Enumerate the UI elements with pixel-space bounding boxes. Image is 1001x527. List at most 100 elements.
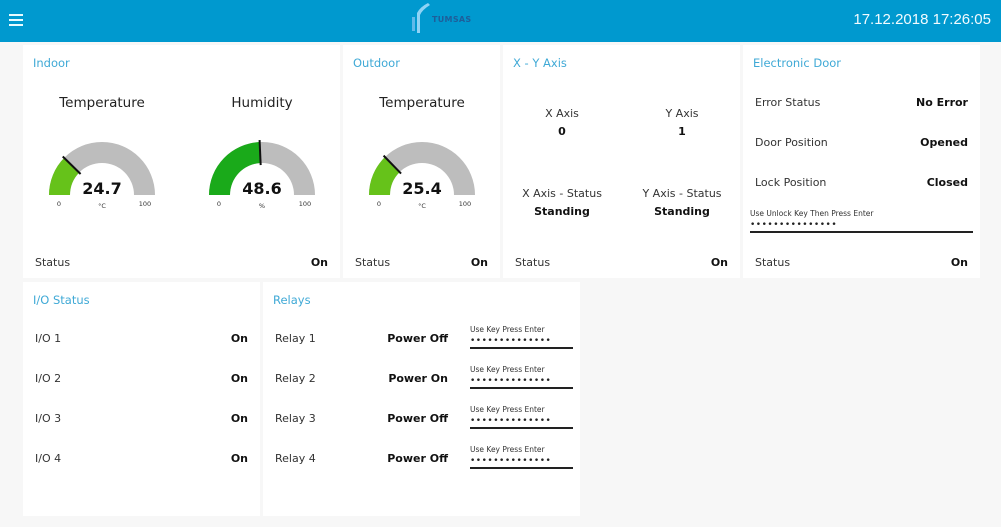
- lock-position-row: Lock Position Closed: [755, 176, 968, 189]
- gauge-dial: 24.7 °C 0 100: [49, 141, 155, 210]
- row-label: Door Position: [755, 136, 828, 149]
- io-value: On: [230, 412, 248, 425]
- y-axis-label: Y Axis: [665, 107, 699, 120]
- gauge-max-label: 100: [459, 200, 471, 208]
- status-value: On: [710, 256, 728, 269]
- relay-value: Power On: [388, 372, 448, 385]
- io-value: On: [230, 372, 248, 385]
- gauge-dial: 48.6% 0 100: [209, 140, 315, 210]
- row-value: Opened: [920, 136, 968, 149]
- relay-key-input[interactable]: [470, 414, 573, 429]
- door-status-row: Status On: [755, 256, 968, 269]
- io-row-4: I/O 4 On: [35, 452, 248, 465]
- gauge-min-label: 0: [57, 200, 61, 208]
- relay-key-field-1: Use Key Press Enter: [470, 325, 573, 349]
- unlock-key-input[interactable]: [750, 218, 973, 233]
- status-label: Status: [355, 256, 391, 269]
- electronic-door-title: Electronic Door: [753, 56, 841, 70]
- indoor-temperature-gauge: Temperature 24.7 °C 0 100: [42, 95, 162, 215]
- io-row-1: I/O 1 On: [35, 332, 248, 345]
- row-label: Lock Position: [755, 176, 827, 189]
- relay-key-input[interactable]: [470, 334, 573, 349]
- outdoor-temperature-gauge: Temperature 25.4 °C 0 100: [362, 95, 482, 215]
- gauge-min-label: 0: [377, 200, 381, 208]
- relay-label: Relay 3: [275, 412, 316, 425]
- relays-title: Relays: [273, 293, 311, 307]
- row-value: No Error: [916, 96, 968, 109]
- relay-key-hint: Use Key Press Enter: [470, 405, 545, 414]
- unlock-key-field: Use Unlock Key Then Press Enter: [750, 209, 973, 233]
- relay-key-field-3: Use Key Press Enter: [470, 405, 573, 429]
- gauge-needle: [258, 140, 262, 166]
- gauge-max-label: 100: [299, 200, 311, 208]
- relay-row-1: Relay 1 Power Off: [275, 332, 448, 345]
- x-axis-value: 0: [558, 125, 566, 138]
- relay-key-hint: Use Key Press Enter: [470, 325, 545, 334]
- relay-label: Relay 4: [275, 452, 316, 465]
- status-value: On: [950, 256, 968, 269]
- status-label: Status: [35, 256, 71, 269]
- io-row-3: I/O 3 On: [35, 412, 248, 425]
- io-value: On: [230, 332, 248, 345]
- xy-axis-status-row: Status On: [515, 256, 728, 269]
- logo-mark-icon: [412, 3, 430, 33]
- gauge-value: 25.4: [402, 179, 441, 198]
- gauge-title: Temperature: [379, 95, 465, 111]
- indoor-status-row: Status On: [35, 256, 328, 269]
- gauge-value: 48.6: [242, 179, 281, 198]
- gauge-min-label: 0: [217, 200, 221, 208]
- door-position-row: Door Position Opened: [755, 136, 968, 149]
- gauge-max-label: 100: [139, 200, 151, 208]
- electronic-door-card: Electronic Door Error Status No Error Do…: [743, 45, 980, 278]
- relay-value: Power Off: [387, 332, 448, 345]
- x-axis-label: X Axis: [545, 107, 579, 120]
- y-axis-status-value: Standing: [654, 205, 710, 218]
- gauge-title: Temperature: [59, 95, 145, 111]
- io-label: I/O 2: [35, 372, 62, 385]
- relay-key-input[interactable]: [470, 374, 573, 389]
- y-axis-status-label: Y Axis - Status: [642, 187, 722, 200]
- relays-card: Relays Relay 1 Power Off Use Key Press E…: [263, 282, 580, 516]
- status-label: Status: [755, 256, 791, 269]
- status-value: On: [310, 256, 328, 269]
- y-axis-status-cell: Y Axis - Status Standing: [622, 187, 742, 218]
- relay-key-field-2: Use Key Press Enter: [470, 365, 573, 389]
- relay-label: Relay 2: [275, 372, 316, 385]
- datetime-display: 17.12.2018 17:26:05: [853, 11, 991, 28]
- io-status-title: I/O Status: [33, 293, 90, 307]
- app-header: TUMSAS 17.12.2018 17:26:05: [0, 0, 1001, 42]
- outdoor-status-row: Status On: [355, 256, 488, 269]
- logo-text: TUMSAS: [432, 15, 472, 24]
- status-value: On: [470, 256, 488, 269]
- io-label: I/O 4: [35, 452, 62, 465]
- relay-row-3: Relay 3 Power Off: [275, 412, 448, 425]
- io-label: I/O 1: [35, 332, 62, 345]
- indoor-humidity-gauge: Humidity 48.6% 0 100: [202, 95, 322, 215]
- row-label: Error Status: [755, 96, 821, 109]
- status-label: Status: [515, 256, 551, 269]
- relay-row-4: Relay 4 Power Off: [275, 452, 448, 465]
- xy-axis-card: X - Y Axis X Axis 0 Y Axis 1 X Axis - St…: [503, 45, 740, 278]
- io-value: On: [230, 452, 248, 465]
- tumsas-logo: TUMSAS: [408, 3, 478, 33]
- x-axis-status-cell: X Axis - Status Standing: [502, 187, 622, 218]
- x-axis-cell: X Axis 0: [502, 107, 622, 138]
- gauge-unit: °C: [418, 202, 426, 210]
- relay-label: Relay 1: [275, 332, 316, 345]
- hamburger-menu-icon[interactable]: [9, 14, 23, 26]
- unlock-key-hint: Use Unlock Key Then Press Enter: [750, 209, 874, 218]
- relay-row-2: Relay 2 Power On: [275, 372, 448, 385]
- relay-key-input[interactable]: [470, 454, 573, 469]
- x-axis-status-label: X Axis - Status: [522, 187, 602, 200]
- outdoor-card: Outdoor Temperature 25.4 °C 0 100 Status On: [343, 45, 500, 278]
- outdoor-title: Outdoor: [353, 56, 400, 70]
- gauge-value: 24.7: [82, 179, 121, 198]
- io-label: I/O 3: [35, 412, 62, 425]
- gauge-dial: 25.4 °C 0 100: [369, 141, 475, 210]
- y-axis-cell: Y Axis 1: [622, 107, 742, 138]
- x-axis-status-value: Standing: [534, 205, 590, 218]
- y-axis-value: 1: [678, 125, 686, 138]
- indoor-card: Indoor Temperature 24.7 °C 0 100 Humidity 4…: [23, 45, 340, 278]
- error-status-row: Error Status No Error: [755, 96, 968, 109]
- relay-key-field-4: Use Key Press Enter: [470, 445, 573, 469]
